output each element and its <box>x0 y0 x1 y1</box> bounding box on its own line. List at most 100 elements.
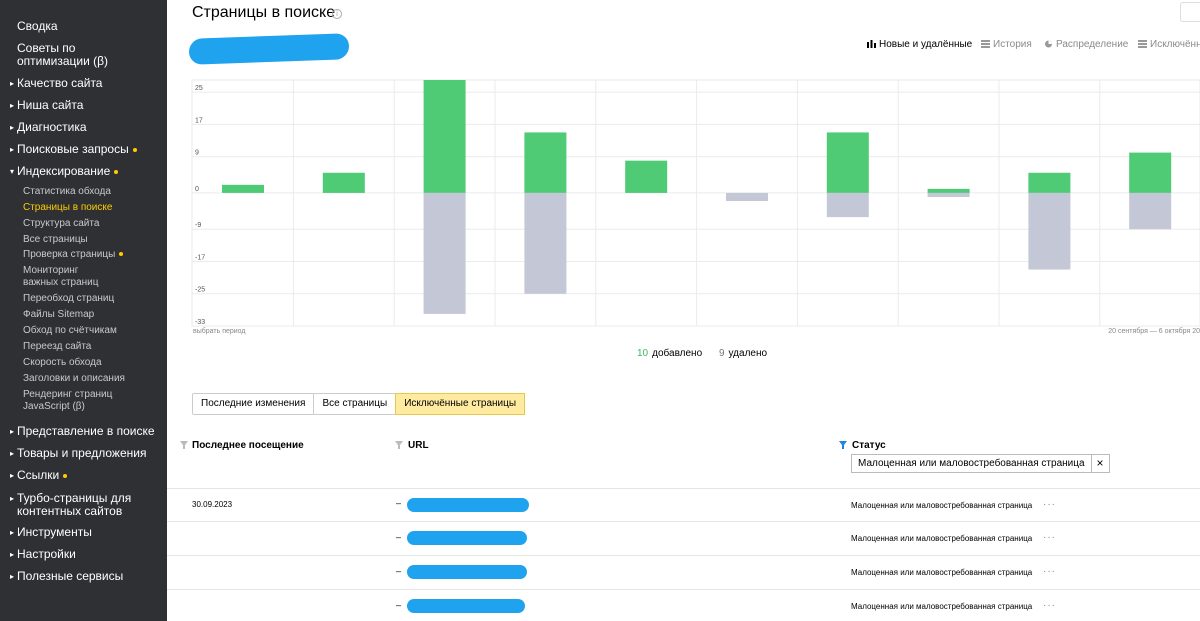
sidebar-item-label: Поисковые запросы <box>17 142 129 156</box>
sidebar-sub-js-rendering-line2[interactable]: JavaScript (β) <box>23 401 85 412</box>
sidebar-item-label: Индексирование <box>17 164 111 178</box>
more-icon[interactable]: ··· <box>1043 532 1056 543</box>
chart-tab-label: Новые и удалённые <box>879 39 973 50</box>
chart-tab-new-deleted[interactable]: Новые и удалённые <box>867 39 972 50</box>
status-filter-chip[interactable]: Малоценная или маловостребованная страни… <box>851 454 1110 473</box>
sidebar-item-label: Сводка <box>17 19 58 33</box>
sidebar-sub-monitoring-line2[interactable]: важных страниц <box>23 277 98 288</box>
chart-tab-history[interactable]: История <box>981 39 1032 50</box>
y-tick-label: -17 <box>195 254 205 261</box>
sidebar-sub-recrawl[interactable]: Переобход страниц <box>23 293 114 304</box>
tab-recent-changes[interactable]: Последние изменения <box>193 394 315 414</box>
row-status: Малоценная или маловостребованная страни… <box>851 501 1033 510</box>
excluded-icon <box>1138 40 1147 48</box>
bar-added <box>927 188 970 193</box>
sidebar-sub-site-move[interactable]: Переезд сайта <box>23 341 91 352</box>
bar-deleted <box>423 192 466 314</box>
info-icon[interactable]: i <box>332 9 342 19</box>
chevron-right-icon: ▸ <box>10 79 15 88</box>
close-icon[interactable]: × <box>1090 455 1109 472</box>
chart-tab-label: Распределение <box>1056 39 1129 50</box>
bar-added <box>1129 152 1172 193</box>
redacted-url[interactable] <box>407 565 527 579</box>
sidebar-sub-titles-descriptions[interactable]: Заголовки и описания <box>23 373 125 384</box>
filter-icon[interactable] <box>180 441 188 449</box>
sidebar-item-label: Диагностика <box>17 120 87 134</box>
more-icon[interactable]: ··· <box>1043 600 1056 611</box>
redacted-url[interactable] <box>407 599 525 613</box>
chevron-right-icon: ▸ <box>10 145 15 154</box>
added-count: 10 <box>637 348 649 359</box>
bar-added <box>322 172 365 193</box>
sidebar-item-label: оптимизации (β) <box>17 54 109 68</box>
sidebar-sub-site-structure[interactable]: Структура сайта <box>23 218 99 229</box>
bar-deleted <box>826 192 869 218</box>
more-icon[interactable]: ··· <box>1043 499 1056 510</box>
column-header-status[interactable]: Статус <box>852 440 886 451</box>
select-period-link[interactable]: выбрать период <box>193 328 246 335</box>
y-tick-label: 0 <box>195 186 199 193</box>
sidebar-sub-all-pages[interactable]: Все страницы <box>23 234 88 245</box>
bar-added <box>826 132 869 193</box>
pages-tabs: Последние изменения Все страницы Исключё… <box>192 393 526 415</box>
column-header-last-visit[interactable]: Последнее посещение <box>192 440 304 451</box>
deleted-count: 9 <box>718 348 725 359</box>
sidebar-sub-page-check[interactable]: Проверка страницы <box>23 249 124 260</box>
column-header-url[interactable]: URL <box>408 440 429 451</box>
sidebar-item-label: контентных сайтов <box>17 504 123 518</box>
sidebar-sub-crawl-speed[interactable]: Скорость обхода <box>23 357 102 368</box>
sidebar-sub-pages-in-search[interactable]: Страницы в поиске <box>23 202 112 213</box>
row-dash: – <box>396 498 402 508</box>
chevron-right-icon: ▸ <box>10 550 15 559</box>
chevron-right-icon: ▸ <box>10 572 15 581</box>
chevron-down-icon: ▾ <box>10 167 15 176</box>
notification-dot-icon <box>114 169 119 174</box>
bar-added <box>222 184 264 193</box>
chart-svg: 25 17 9 0 -9 -17 -25 -33 <box>191 79 1200 327</box>
divider <box>167 488 1200 489</box>
bar-added <box>423 80 466 193</box>
bar-deleted <box>726 192 768 201</box>
corner-button[interactable] <box>1180 2 1200 22</box>
row-status: Малоценная или маловостребованная страни… <box>851 568 1033 577</box>
sidebar-sub-label: Проверка страницы <box>23 249 116 260</box>
redacted-url[interactable] <box>407 498 529 512</box>
chevron-right-icon: ▸ <box>10 494 15 503</box>
sidebar-item-label: Инструменты <box>17 525 92 539</box>
sidebar-sub-monitoring[interactable]: Мониторинг <box>23 265 78 276</box>
tab-all-pages[interactable]: Все страницы <box>314 394 397 414</box>
sidebar-item-label: Ниша сайта <box>17 98 84 112</box>
bar-deleted <box>1028 192 1071 270</box>
y-tick-label: 17 <box>195 117 203 124</box>
y-tick-label: -33 <box>195 319 205 326</box>
bar-deleted <box>524 192 567 294</box>
chart-legend: 10 добавлено 9 удалено <box>637 348 767 359</box>
divider <box>167 589 1200 590</box>
chevron-right-icon: ▸ <box>10 449 15 458</box>
more-icon[interactable]: ··· <box>1043 566 1056 577</box>
sidebar-item-label: Товары и предложения <box>17 446 147 460</box>
bar-added <box>625 160 668 193</box>
filter-active-icon[interactable] <box>839 441 847 449</box>
chevron-right-icon: ▸ <box>10 471 15 480</box>
y-tick-label: 25 <box>195 85 203 92</box>
chart-tab-distribution[interactable]: Распределение <box>1044 39 1128 50</box>
redacted-url[interactable] <box>407 531 527 545</box>
row-date: 30.09.2023 <box>192 500 233 509</box>
notification-dot-icon <box>132 147 137 152</box>
history-icon <box>981 40 990 48</box>
tab-excluded-pages[interactable]: Исключённые страницы <box>395 393 526 415</box>
divider <box>167 555 1200 556</box>
sidebar-sub-crawl-stats[interactable]: Статистика обхода <box>23 186 111 197</box>
chart-tab-excluded[interactable]: Исключённ <box>1138 39 1200 50</box>
y-tick-label: 9 <box>195 150 199 157</box>
sidebar-item-label: Полезные сервисы <box>17 569 124 583</box>
sidebar-sub-counter-crawl[interactable]: Обход по счётчикам <box>23 325 117 336</box>
sidebar-sub-js-rendering[interactable]: Рендеринг страниц <box>23 389 112 400</box>
chevron-right-icon: ▸ <box>10 427 15 436</box>
filter-icon[interactable] <box>395 441 403 449</box>
divider <box>167 521 1200 522</box>
row-status: Малоценная или маловостребованная страни… <box>851 602 1033 611</box>
sidebar-sub-sitemap-files[interactable]: Файлы Sitemap <box>23 309 94 320</box>
chevron-right-icon: ▸ <box>10 123 15 132</box>
